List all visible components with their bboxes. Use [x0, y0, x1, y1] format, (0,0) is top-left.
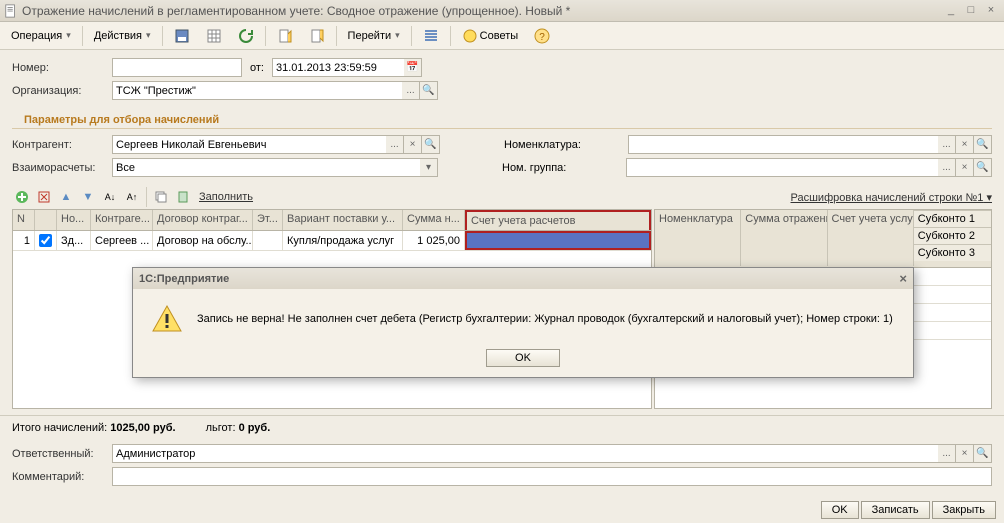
- move-up-icon[interactable]: ▲: [56, 187, 76, 207]
- lookup-icon[interactable]: 🔍: [420, 81, 438, 100]
- select-icon[interactable]: ...: [402, 81, 420, 100]
- write-button[interactable]: Записать: [861, 501, 930, 519]
- main-toolbar: Операция Действия Перейти Советы ?: [0, 22, 1004, 50]
- ok-button[interactable]: OK: [821, 501, 859, 519]
- col-et[interactable]: Эт...: [253, 210, 283, 230]
- col-acct[interactable]: Счет учета расчетов: [465, 210, 651, 230]
- nomen-label: Номенклатура:: [504, 139, 624, 151]
- close-button[interactable]: ×: [982, 4, 1000, 18]
- comment-input[interactable]: [112, 467, 992, 486]
- toolbar-refresh-icon[interactable]: [231, 25, 261, 47]
- number-input[interactable]: [112, 58, 242, 77]
- help-button[interactable]: ?: [527, 25, 557, 47]
- dcol-nomen[interactable]: Номенклатура: [655, 210, 741, 266]
- dialog-title: 1С:Предприятие: [139, 273, 229, 285]
- from-label: от:: [250, 62, 264, 74]
- svg-text:?: ?: [539, 32, 545, 43]
- dialog-ok-button[interactable]: OK: [486, 349, 560, 367]
- number-label: Номер:: [12, 62, 108, 74]
- col-check[interactable]: [35, 210, 57, 230]
- document-icon: [4, 4, 18, 18]
- org-input[interactable]: [112, 81, 402, 100]
- tips-button[interactable]: Советы: [455, 25, 525, 47]
- select-icon[interactable]: ...: [938, 444, 956, 463]
- resp-label: Ответственный:: [12, 448, 108, 460]
- group-input[interactable]: [626, 158, 938, 177]
- minimize-button[interactable]: _: [942, 4, 960, 18]
- add-row-icon[interactable]: [12, 187, 32, 207]
- titlebar: Отражение начислений в регламентированно…: [0, 0, 1004, 22]
- copy-icon[interactable]: [151, 187, 171, 207]
- dialog-message: Запись не верна! Не заполнен счет дебета…: [197, 313, 893, 325]
- toolbar-list-icon[interactable]: [416, 25, 446, 47]
- col-contr[interactable]: Контраге...: [91, 210, 153, 230]
- dropdown-icon[interactable]: ▾: [420, 158, 438, 177]
- delete-row-icon[interactable]: [34, 187, 54, 207]
- move-down-icon[interactable]: ▼: [78, 187, 98, 207]
- lookup-icon[interactable]: 🔍: [974, 444, 992, 463]
- select-icon[interactable]: ...: [938, 135, 956, 154]
- filter-section-header: Параметры для отбора начислений: [12, 108, 992, 129]
- lookup-icon[interactable]: 🔍: [422, 135, 440, 154]
- toolbar-page-down-icon[interactable]: [302, 25, 332, 47]
- paste-icon[interactable]: [173, 187, 193, 207]
- contragent-label: Контрагент:: [12, 139, 108, 151]
- window-title: Отражение начислений в регламентированно…: [22, 4, 942, 18]
- comment-label: Комментарий:: [12, 471, 108, 483]
- dcol-sub2[interactable]: Субконто 2: [914, 227, 991, 244]
- dialog-close-icon[interactable]: ×: [899, 271, 907, 286]
- operation-menu[interactable]: Операция: [4, 25, 78, 47]
- toolbar-save-icon[interactable]: [167, 25, 197, 47]
- dcol-sub1[interactable]: Субконто 1: [914, 210, 991, 227]
- settlements-input[interactable]: [112, 158, 420, 177]
- resp-input[interactable]: [112, 444, 938, 463]
- goto-menu[interactable]: Перейти: [341, 25, 407, 47]
- detail-header-link[interactable]: Расшифровка начислений строки №1 ▾: [791, 191, 992, 204]
- sort-desc-icon[interactable]: A↑: [122, 187, 142, 207]
- lookup-icon[interactable]: 🔍: [974, 158, 992, 177]
- error-dialog: 1С:Предприятие × Запись не верна! Не зап…: [132, 267, 914, 378]
- dcol-sum[interactable]: Сумма отражения: [741, 210, 827, 266]
- col-dog[interactable]: Договор контраг...: [153, 210, 253, 230]
- warning-icon: [151, 303, 183, 335]
- settlements-label: Взаиморасчеты:: [12, 162, 108, 174]
- col-sum[interactable]: Сумма н...: [403, 210, 465, 230]
- acct-cell[interactable]: [465, 231, 651, 250]
- toolbar-sheet-icon[interactable]: [199, 25, 229, 47]
- dcol-sub3[interactable]: Субконто 3: [914, 244, 991, 261]
- total-benefits: льгот: 0 руб.: [206, 422, 271, 434]
- lookup-icon[interactable]: 🔍: [974, 135, 992, 154]
- date-input[interactable]: [272, 58, 404, 77]
- maximize-button[interactable]: □: [962, 4, 980, 18]
- select-icon[interactable]: ...: [386, 135, 404, 154]
- calendar-icon[interactable]: 📅: [404, 58, 422, 77]
- clear-icon[interactable]: ×: [956, 158, 974, 177]
- nomen-input[interactable]: [628, 135, 938, 154]
- fill-link[interactable]: Заполнить: [199, 191, 253, 203]
- col-variant[interactable]: Вариант поставки у...: [283, 210, 403, 230]
- toolbar-page-up-icon[interactable]: [270, 25, 300, 47]
- sort-asc-icon[interactable]: A↓: [100, 187, 120, 207]
- contragent-input[interactable]: [112, 135, 386, 154]
- clear-icon[interactable]: ×: [404, 135, 422, 154]
- total-charges: Итого начислений: 1025,00 руб.: [12, 422, 176, 434]
- row-checkbox[interactable]: [39, 234, 52, 247]
- actions-menu[interactable]: Действия: [87, 25, 158, 47]
- clear-icon[interactable]: ×: [956, 135, 974, 154]
- table-row[interactable]: 1 Зд... Сергеев ... Договор на обслу... …: [13, 231, 651, 251]
- col-n[interactable]: N: [13, 210, 35, 230]
- group-label: Ном. группа:: [502, 162, 622, 174]
- org-label: Организация:: [12, 85, 108, 97]
- clear-icon[interactable]: ×: [956, 444, 974, 463]
- select-icon[interactable]: ...: [938, 158, 956, 177]
- close-form-button[interactable]: Закрыть: [932, 501, 996, 519]
- dcol-acct[interactable]: Счет учета услуг: [828, 210, 914, 266]
- col-ho[interactable]: Но...: [57, 210, 91, 230]
